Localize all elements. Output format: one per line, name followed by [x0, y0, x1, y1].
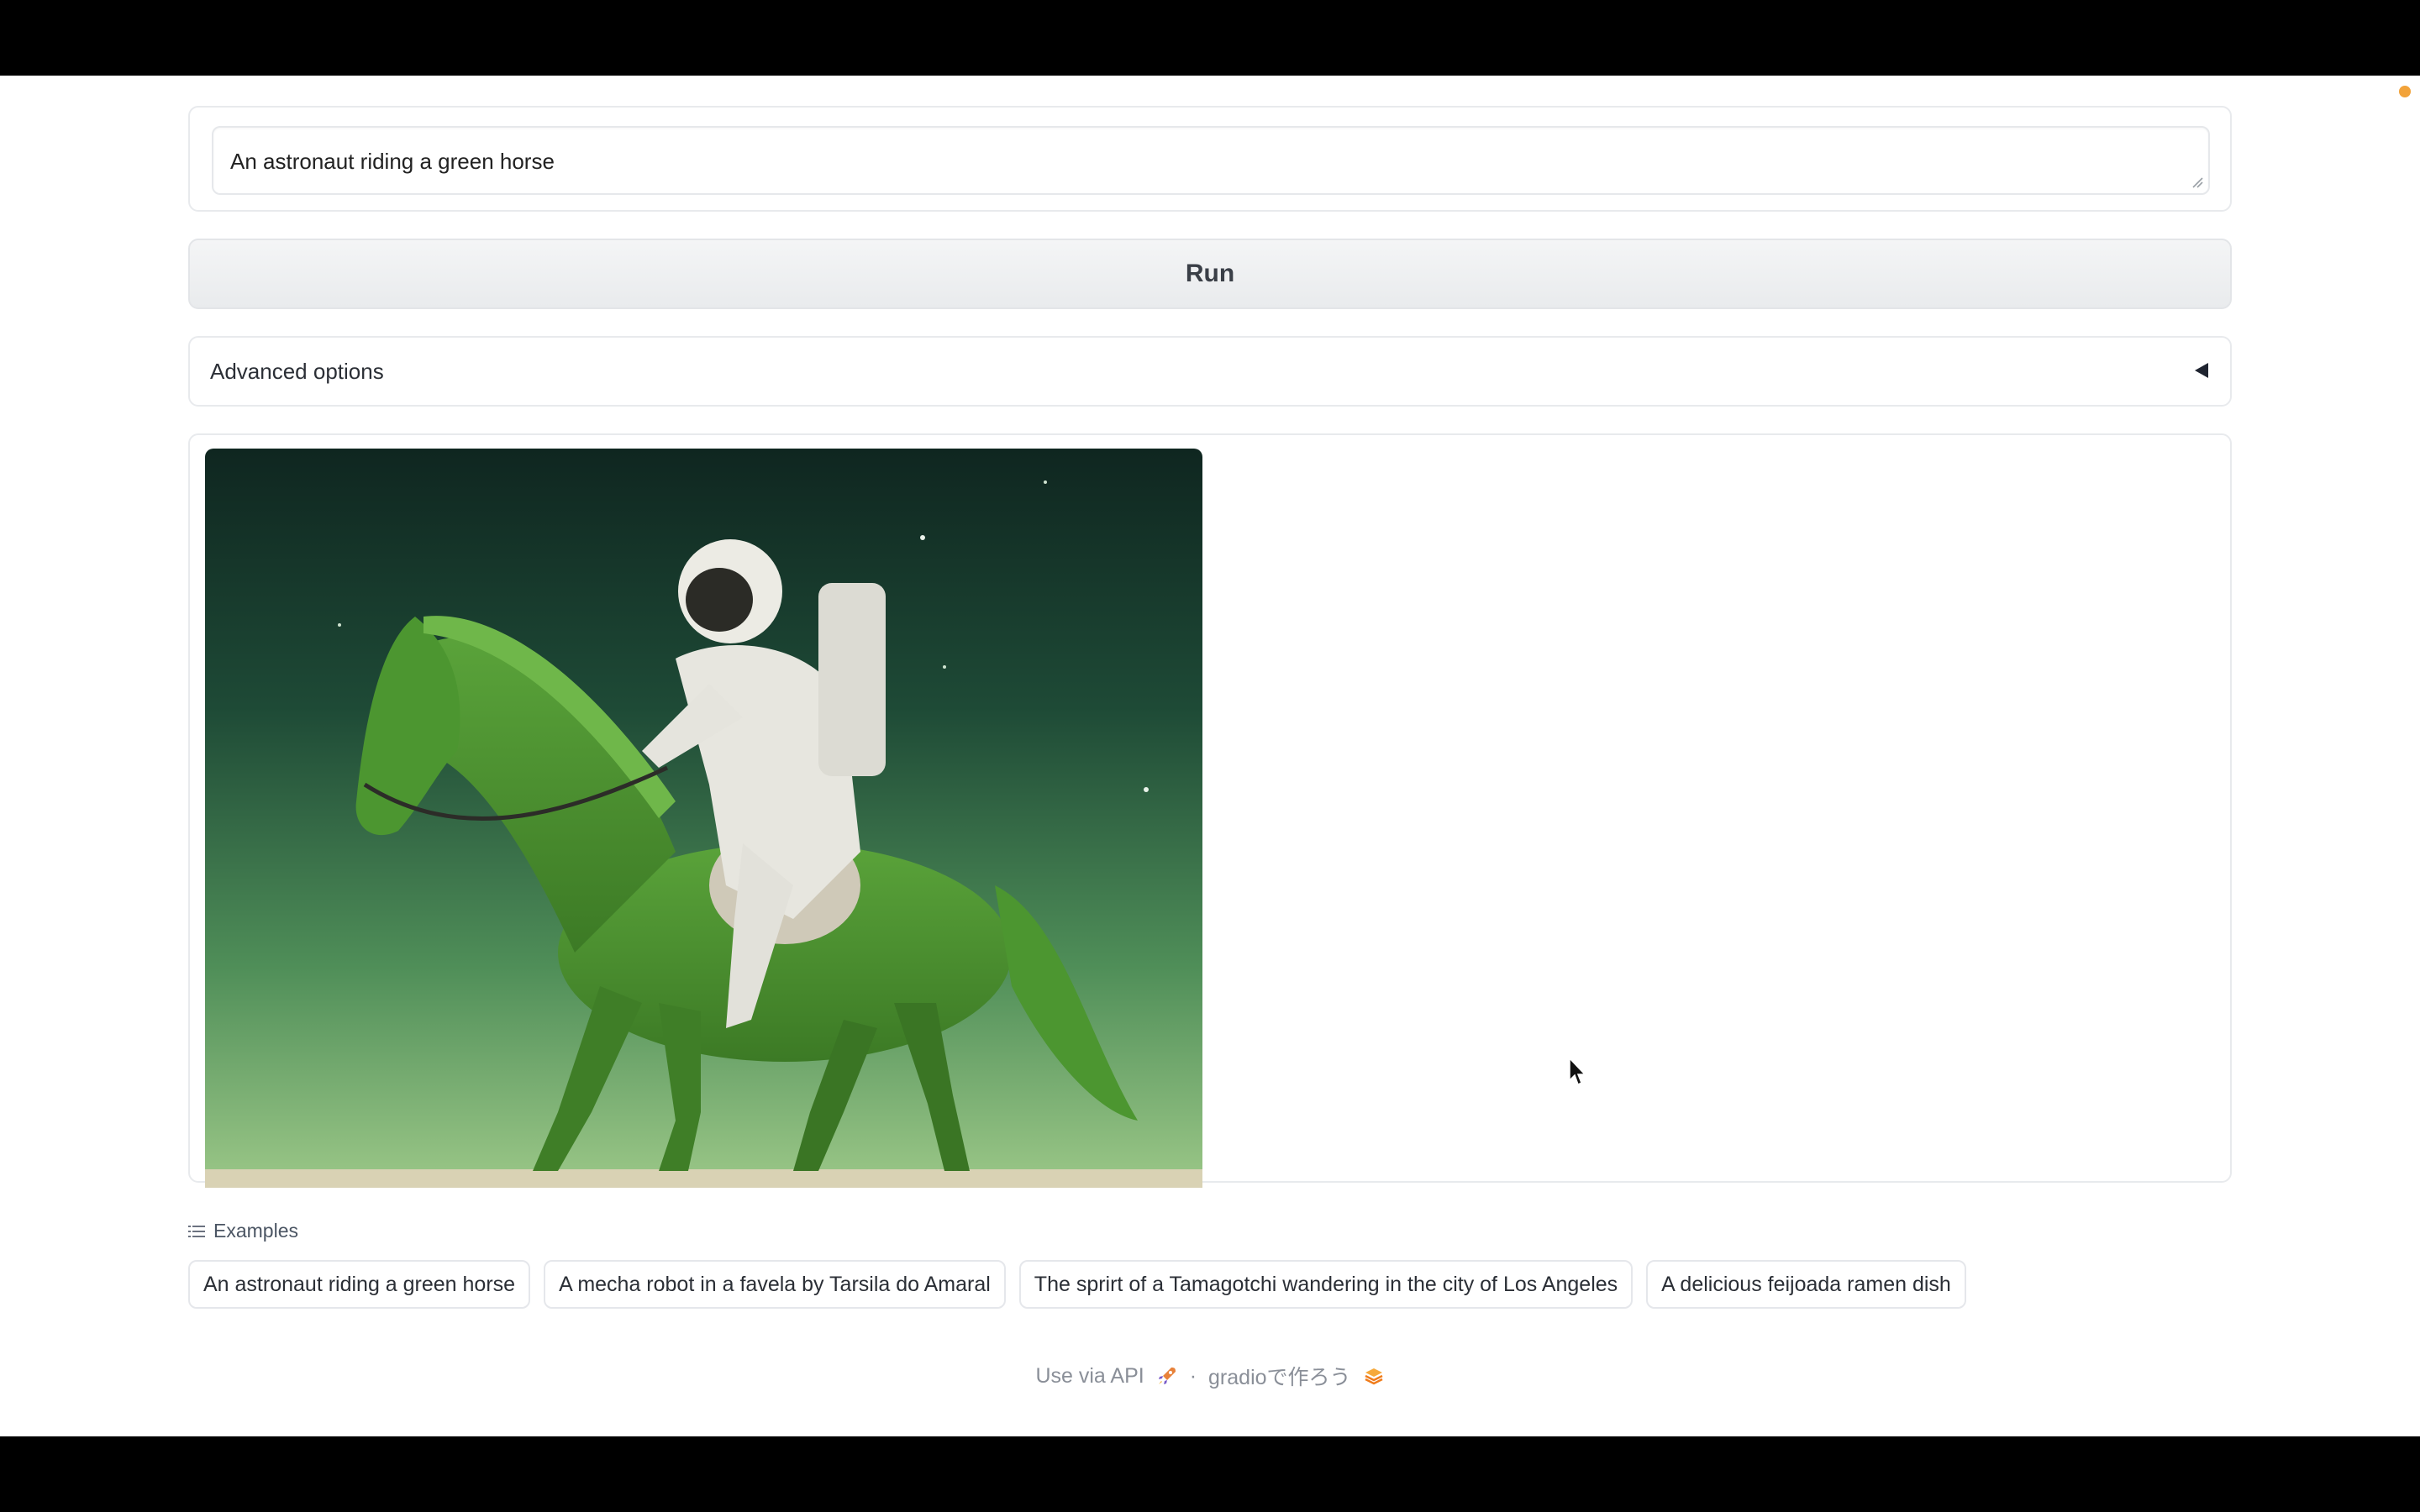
app-page: An astronaut riding a green horse Run Ad…	[0, 76, 2420, 1436]
advanced-options-label: Advanced options	[210, 359, 384, 384]
footer-separator: ·	[1189, 1363, 1197, 1388]
built-with-gradio-link[interactable]: gradioで作ろう	[1208, 1361, 1351, 1391]
letterbox-top	[0, 0, 2420, 76]
gradio-logo-icon	[1364, 1368, 1383, 1385]
triangle-left-icon[interactable]	[2195, 363, 2208, 378]
letterbox-bottom	[0, 1436, 2420, 1512]
run-button[interactable]: Run	[188, 239, 2232, 309]
prompt-panel: An astronaut riding a green horse	[188, 106, 2232, 212]
examples-list: An astronaut riding a green horse A mech…	[188, 1260, 1966, 1309]
list-icon	[188, 1225, 205, 1237]
output-gallery	[188, 433, 2232, 1188]
status-indicator	[2399, 86, 2411, 97]
advanced-options-accordion[interactable]: Advanced options	[188, 336, 2232, 407]
example-chip[interactable]: A mecha robot in a favela by Tarsila do …	[544, 1260, 1006, 1309]
examples-label: Examples	[213, 1220, 298, 1242]
use-via-api-link[interactable]: Use via API	[1035, 1364, 1144, 1389]
examples-header: Examples	[188, 1220, 298, 1242]
generated-image[interactable]	[205, 449, 1202, 1188]
resize-handle-icon[interactable]	[2191, 176, 2203, 188]
mouse-cursor-icon	[1569, 1057, 1586, 1086]
rocket-icon	[1158, 1368, 1176, 1384]
prompt-text: An astronaut riding a green horse	[230, 149, 555, 174]
example-chip[interactable]: An astronaut riding a green horse	[188, 1260, 531, 1309]
footer: Use via API · gradioで作ろう	[0, 1361, 2420, 1391]
prompt-textarea[interactable]: An astronaut riding a green horse	[212, 126, 2210, 195]
example-chip[interactable]: The sprirt of a Tamagotchi wandering in …	[1018, 1260, 1634, 1309]
example-chip[interactable]: A delicious feijoada ramen dish	[1646, 1260, 1966, 1309]
